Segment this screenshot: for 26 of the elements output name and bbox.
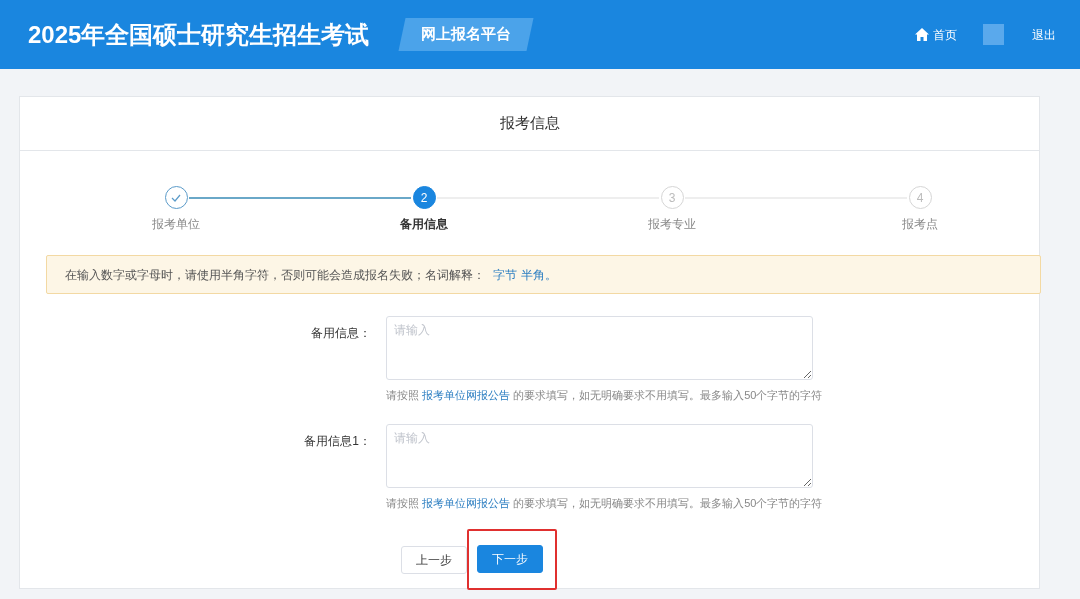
check-icon — [171, 193, 181, 202]
logout-link[interactable]: 退出 — [1032, 25, 1056, 44]
step-label: 报考专业 — [648, 216, 696, 233]
avatar-icon[interactable] — [983, 24, 1004, 45]
field-label: 备用信息1： — [304, 432, 371, 450]
step-label: 报考点 — [902, 216, 938, 233]
home-link[interactable]: 首页 — [915, 25, 957, 44]
term-link[interactable]: 半角 — [521, 265, 545, 284]
step-label: 报考单位 — [152, 216, 200, 233]
home-icon — [915, 28, 929, 41]
notice-period: 。 — [545, 266, 557, 284]
announcement-link[interactable]: 报考单位网报公告 — [422, 496, 511, 509]
step-label: 备用信息 — [400, 216, 448, 233]
field-hint: 请按照 报考单位网报公告 的要求填写，如无明确要求不用填写。最多输入50个字节的字符 — [386, 495, 823, 511]
next-button[interactable]: 下一步 — [477, 545, 543, 573]
platform-badge: 网上报名平台 — [398, 18, 534, 51]
text-area[interactable]: 请输入 — [386, 423, 813, 488]
field-label: 备用信息： — [311, 325, 371, 342]
notice-text: 在输入数字或字母时，请使用半角字符，否则可能会造成报名失败；名词解释： — [65, 266, 485, 284]
field-hint: 请按照 报考单位网报公告 的要求填写，如无明确要求不用填写。最多输入50个字节的字符 — [386, 388, 823, 403]
term-link[interactable]: 字节 — [493, 265, 517, 284]
card-title: 报考信息 — [499, 113, 560, 134]
announcement-link[interactable]: 报考单位网报公告 — [422, 389, 511, 401]
text-area[interactable]: 请输入 — [386, 316, 813, 380]
site-title: 2025年全国硕士研究生招生考试 — [28, 19, 370, 50]
back-button[interactable]: 上一步 — [401, 545, 467, 574]
